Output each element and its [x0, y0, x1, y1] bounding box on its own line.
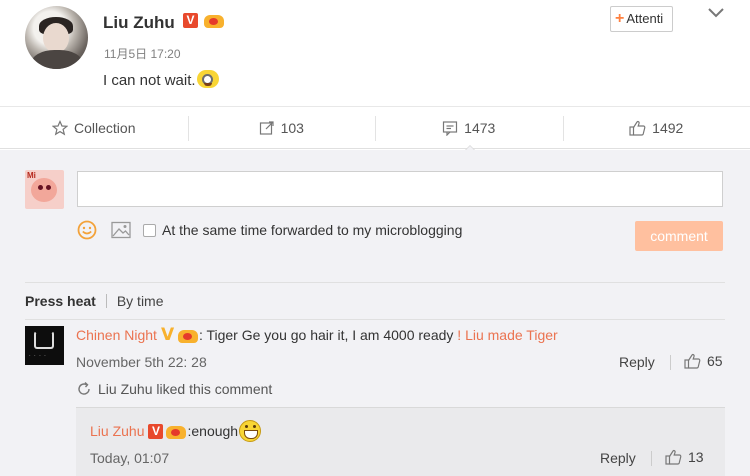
- divider: [25, 319, 725, 320]
- reply-like-button[interactable]: 13: [665, 449, 704, 465]
- repost-count: 103: [280, 119, 304, 136]
- collection-button[interactable]: Collection: [0, 107, 188, 148]
- my-avatar[interactable]: Mi: [25, 170, 64, 209]
- composer-toolbar: At the same time forwarded to my microbl…: [77, 220, 462, 240]
- comment-like-count: 65: [707, 353, 723, 369]
- comment-like-button[interactable]: 65: [684, 353, 723, 369]
- comment-count: 1473: [464, 119, 496, 136]
- liked-note-suffix: this comment: [189, 381, 273, 397]
- liked-note-name: Liu Zuhu liked: [98, 381, 186, 397]
- post-text: I can not wait.: [103, 70, 219, 89]
- grin-emoji-icon: [239, 420, 262, 442]
- reply-box: Liu Zuhu V :enough Today, 01:07 Reply 13: [76, 407, 725, 476]
- author-badges: V: [183, 13, 225, 28]
- comment-area: Mi At the same time forwarded to my micr…: [0, 150, 750, 476]
- smile-icon[interactable]: [77, 220, 97, 240]
- forward-label: At the same time forwarded to my microbl…: [162, 222, 463, 238]
- author-avatar[interactable]: [25, 6, 88, 69]
- collection-label: Collection: [74, 119, 136, 136]
- comment-icon: [443, 120, 458, 136]
- reply-time: Today, 01:07: [90, 450, 170, 466]
- reply-content: Liu Zuhu V :enough: [90, 420, 262, 442]
- sort-by-time[interactable]: By time: [117, 293, 164, 309]
- refresh-icon: [78, 381, 90, 395]
- verified-badge-icon: V: [148, 423, 164, 439]
- avatar-text: Mi: [27, 171, 36, 180]
- follow-label: Attenti: [626, 11, 664, 26]
- divider: [25, 282, 725, 283]
- comment-tab-button[interactable]: 1473: [375, 107, 563, 148]
- minion-emoji-icon: [196, 70, 219, 88]
- commenter-avatar[interactable]: · · · ·: [25, 326, 64, 365]
- repost-icon: [259, 120, 274, 135]
- separator: [651, 451, 652, 466]
- sort-separator: [105, 294, 107, 308]
- comment-input[interactable]: [77, 171, 723, 207]
- reply-text: :enough: [187, 423, 239, 439]
- follow-button[interactable]: + Attenti: [610, 6, 673, 32]
- comment-text: : Tiger Ge you go hair it, I am 4000 rea…: [198, 327, 454, 343]
- separator: [670, 355, 671, 370]
- thumbs-up-icon: [629, 120, 646, 136]
- post-time[interactable]: 11月5日 17:20: [104, 45, 181, 62]
- star-icon: [52, 119, 68, 135]
- like-button[interactable]: 1492: [562, 107, 750, 148]
- chevron-down-icon[interactable]: [705, 6, 727, 20]
- plus-icon: +: [615, 10, 625, 27]
- comment-reply-button[interactable]: Reply: [619, 354, 655, 370]
- sort-bar: Press heat By time: [25, 293, 164, 309]
- post-text-content: I can not wait.: [103, 72, 196, 89]
- forward-checkbox[interactable]: [143, 223, 156, 237]
- sort-by-heat[interactable]: Press heat: [25, 293, 96, 309]
- comment-submit-button[interactable]: comment: [635, 221, 723, 251]
- author-name[interactable]: Liu Zuhu: [103, 13, 175, 33]
- comment-highlight-link[interactable]: ! Liu made Tiger: [457, 327, 557, 343]
- repost-button[interactable]: 103: [187, 107, 376, 148]
- post-action-bar: Collection 103 1473 1492: [0, 106, 750, 149]
- reply-author-name[interactable]: Liu Zuhu: [90, 423, 144, 439]
- reply-like-count: 13: [688, 449, 704, 465]
- comment-time: November 5th 22: 28: [76, 354, 207, 370]
- thumbs-up-icon: [665, 449, 682, 465]
- thumbs-up-icon: [684, 353, 701, 369]
- reply-reply-button[interactable]: Reply: [600, 450, 636, 466]
- comment-content: Chinen Night : Tiger Ge you go hair it, …: [76, 325, 558, 345]
- vip-crown-icon: [165, 424, 187, 439]
- vip-crown-icon: [203, 13, 225, 28]
- vip-crown-icon: [177, 328, 199, 343]
- commenter-name[interactable]: Chinen Night: [76, 327, 157, 343]
- like-count: 1492: [652, 119, 684, 136]
- weibo-post: Liu Zuhu V 11月5日 17:20 I can not wait. +…: [0, 0, 750, 106]
- verified-badge-icon: [161, 325, 175, 345]
- image-icon[interactable]: [111, 221, 131, 239]
- author-liked-note: Liu Zuhu liked this comment: [76, 381, 272, 397]
- verified-badge-icon: V: [183, 13, 198, 28]
